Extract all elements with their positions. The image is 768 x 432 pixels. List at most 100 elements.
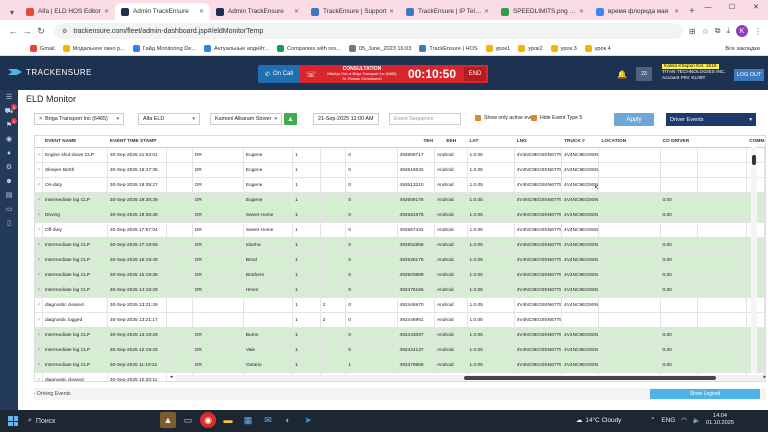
column-header[interactable]: COMM <box>747 136 765 147</box>
browser-tab[interactable]: TrackEnsure | Support ✕ <box>305 3 400 20</box>
column-header[interactable]: LOCATION <box>600 136 661 147</box>
bell-icon[interactable]: ♦ <box>0 146 18 160</box>
table-row[interactable]: ✓ Intermediate log CLP 30-Sep-2025 17:19:5… <box>35 238 765 253</box>
browser-tab[interactable]: Admin TrackEnsure ✕ <box>115 3 210 20</box>
column-header[interactable] <box>193 136 244 147</box>
hide-type5-checkbox[interactable]: Hide Event Type 5 <box>531 115 582 121</box>
close-tab-icon[interactable]: ✕ <box>104 8 109 15</box>
column-header[interactable] <box>698 136 747 147</box>
column-header[interactable] <box>244 136 293 147</box>
scroll-right-icon[interactable]: ▸ <box>763 374 766 380</box>
windows-start-icon[interactable] <box>8 416 18 426</box>
bookmark-item[interactable]: TrackEnsure | HOS <box>419 45 478 52</box>
driver-add-button[interactable]: ▲ <box>284 113 297 125</box>
chart-icon[interactable]: ▤ <box>0 188 18 202</box>
active-only-checkbox[interactable]: Show only active event <box>475 115 537 121</box>
close-tab-icon[interactable]: ✕ <box>199 8 204 15</box>
browser-tab[interactable]: Admin TrackEnsure ✕ <box>210 3 305 20</box>
column-header[interactable]: EVENT TIME STAMP <box>108 136 167 147</box>
table-row[interactable]: ✓ Sleeper Berth 30-Sep-2025 19:47:35 OR Euge… <box>35 163 765 178</box>
column-header[interactable] <box>293 136 321 147</box>
logout-button[interactable]: LOG OUT <box>734 69 764 81</box>
extensions-icon[interactable]: ⧉ <box>715 26 721 36</box>
bookmark-item[interactable]: урок2 <box>518 45 543 52</box>
notifications-bell-icon[interactable]: 🔔 <box>617 70 627 79</box>
table-row[interactable]: ✓ Driving 30-Sep-2025 18:38:39 OR Sweet Home… <box>35 208 765 223</box>
column-header[interactable] <box>321 136 347 147</box>
on-call-button[interactable]: ✆ On Call <box>258 65 300 83</box>
column-header[interactable]: LAT <box>468 136 515 147</box>
table-row[interactable]: ✓ Intermediate log CLP 30-Sep-2025 15:19:3… <box>35 268 765 283</box>
company-select[interactable]: × Briga Transport Inc (6465) ▾ <box>34 113 124 125</box>
profile-avatar[interactable]: K <box>736 25 748 37</box>
column-header[interactable]: LNG <box>515 136 562 147</box>
store-icon[interactable]: ▦ <box>240 412 256 428</box>
landscape-app-icon[interactable]: ▲ <box>160 412 176 428</box>
bookmark-item[interactable]: урок 4 <box>584 45 611 52</box>
close-window-icon[interactable]: ✕ <box>744 0 768 14</box>
browser-tab[interactable]: SPEEDLIMITS.png (7...) ✕ <box>495 3 590 20</box>
eld-select[interactable]: Alfa ELD ▾ <box>138 113 200 125</box>
weather-widget[interactable]: ☁ 14°C Cloudy <box>576 416 621 425</box>
taskbar-clock[interactable]: 14:04 01.10.2025 <box>706 413 734 427</box>
table-row[interactable]: ✓ Engine shut-down CLP 30-Sep-2025 21:53:0… <box>35 148 765 163</box>
gear-icon[interactable]: ⚙ <box>0 160 18 174</box>
minimize-icon[interactable]: — <box>696 0 720 14</box>
table-row[interactable]: ✓ Intermediate log CLP 30-Sep-2025 16:19:4… <box>35 253 765 268</box>
column-header[interactable] <box>346 136 397 147</box>
monitor-icon[interactable]: ▭ <box>0 202 18 216</box>
table-row[interactable]: ✓ diagnostic logged 30-Sep-2025 13:21:17 1 2… <box>35 313 765 328</box>
chrome-icon[interactable]: ◉ <box>200 412 216 428</box>
users-icon[interactable]: ☻ <box>0 174 18 188</box>
menu-icon[interactable]: ⋮ <box>754 27 762 36</box>
date-input[interactable]: 21-Sep-2025 12:00 AM <box>313 113 379 125</box>
all-bookmarks-folder[interactable]: Все закладки <box>725 46 768 52</box>
browser-tab[interactable]: время флорида мая ✕ <box>590 3 685 20</box>
bookmark-item[interactable]: Актуальные апдейт... <box>204 45 269 52</box>
horizontal-scroll-thumb[interactable] <box>464 376 716 380</box>
table-row[interactable]: ✓ Intermediate log CLP 30-Sep-2025 19:38:3… <box>35 193 765 208</box>
horizontal-scrollbar[interactable]: ◂ ▸ <box>170 374 766 381</box>
table-row[interactable]: ✓ Intermediate log CLP 30-Sep-2025 13:19:2… <box>35 328 765 343</box>
scroll-left-icon[interactable]: ◂ <box>170 374 173 380</box>
close-tab-icon[interactable]: ✕ <box>674 8 679 15</box>
table-row[interactable]: ✓ On-duty 30-Sep-2025 19:39:27 OR Eugene 1 0 49… <box>35 178 765 193</box>
show-legend-button[interactable]: Show Legend <box>650 389 760 399</box>
close-tab-icon[interactable]: ✕ <box>579 8 584 15</box>
tab-list-icon[interactable]: ▾ <box>4 4 20 20</box>
mode-select[interactable]: Driver Events ▾ <box>666 113 756 126</box>
url-input[interactable]: ⚙ trackensure.com/fleet/admin-dashboard.… <box>54 23 683 39</box>
task-view-icon[interactable]: ▭ <box>180 412 196 428</box>
telegram-icon[interactable]: ➤ <box>300 412 316 428</box>
column-header[interactable] <box>35 136 43 147</box>
mail-icon[interactable]: ✉ <box>260 412 276 428</box>
bookmark-item[interactable]: Companies with res... <box>277 45 341 52</box>
close-tab-icon[interactable]: ✕ <box>484 8 489 15</box>
table-row[interactable]: ✓ Intermediate log CLP 30-Sep-2025 12:19:2… <box>35 343 765 358</box>
table-row[interactable]: ✓ diagnostic cleared 30-Sep-2025 13:21:39 1… <box>35 298 765 313</box>
taskbar-search[interactable]: ⌕ Поиск <box>28 415 148 427</box>
back-icon[interactable]: ← <box>6 26 20 36</box>
tray-chevron-icon[interactable]: ⌃ <box>650 416 655 424</box>
truck-icon[interactable]: ⛟ 3 <box>0 104 18 118</box>
close-tab-icon[interactable]: ✕ <box>389 8 394 15</box>
column-header[interactable] <box>167 136 193 147</box>
bookmark-item[interactable]: Гайд Monitoring De... <box>132 45 196 52</box>
wifi-icon[interactable]: ◠ <box>681 416 687 424</box>
bookmark-item[interactable]: 05_June_2023 16:03 <box>348 45 411 52</box>
eye-icon[interactable]: ◉ <box>0 132 18 146</box>
edge-icon[interactable]: ◐ <box>280 412 296 428</box>
star-icon[interactable]: ☆ <box>702 27 709 36</box>
column-header[interactable]: TEH <box>398 136 435 147</box>
user-badge[interactable]: 23 <box>636 67 652 81</box>
close-tab-icon[interactable]: ✕ <box>294 8 299 15</box>
site-info-icon[interactable]: ⚙ <box>62 28 67 35</box>
vertical-scroll-thumb[interactable] <box>752 155 756 165</box>
forward-icon[interactable]: → <box>20 26 34 36</box>
browser-tab[interactable]: Alfa | ELD HOS Editor ✕ <box>20 3 115 20</box>
maximize-icon[interactable]: ☐ <box>720 0 744 14</box>
new-tab-icon[interactable]: + <box>689 6 695 17</box>
list-icon[interactable]: ☰ <box>0 90 18 104</box>
phone-end-icon[interactable]: ☏ <box>306 70 316 79</box>
driver-select[interactable]: Kamoni Alkaram Stover ▾ <box>210 113 282 125</box>
